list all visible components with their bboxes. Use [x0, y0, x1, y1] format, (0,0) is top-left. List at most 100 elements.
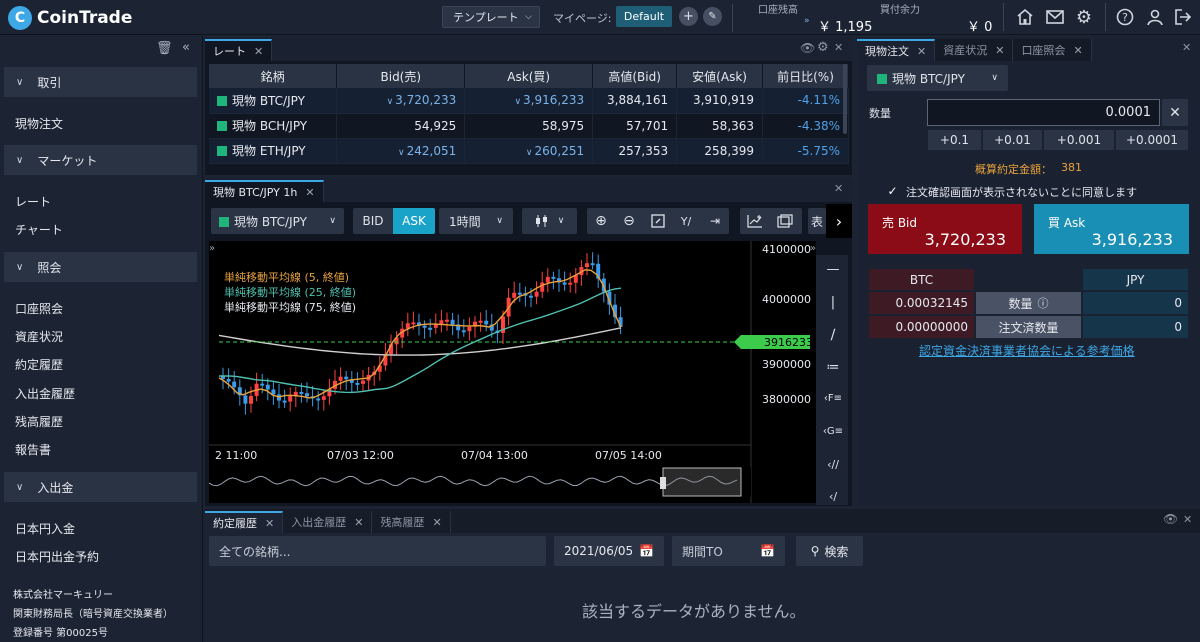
scroll-end-icon[interactable]: ⇥	[704, 210, 726, 232]
tab-assets[interactable]: 資産状況 ✕	[935, 39, 1014, 61]
fit-icon[interactable]	[647, 210, 669, 232]
column-header[interactable]: 前日比(%)	[762, 64, 849, 88]
sidebar-item-trade-history[interactable]: 約定履歴	[15, 356, 63, 373]
bid-toggle[interactable]: BID	[353, 208, 393, 234]
tab-account[interactable]: 口座照会 ✕	[1013, 39, 1092, 61]
sidebar-item-account[interactable]: 口座照会	[15, 300, 63, 317]
channel-icon[interactable]: ‹∕∕	[820, 458, 846, 480]
legend-ma25[interactable]: 単純移動平均線 (25, 終値)	[224, 285, 356, 299]
table-row[interactable]: 現物 BTC/JPY ∨ 3,720,233 ∨ 3,916,233 3,884,1…	[209, 88, 849, 114]
info-icon[interactable]: ⓘ	[1038, 295, 1049, 311]
chevron-right-icon[interactable]: ›	[826, 204, 852, 238]
fibonacci-icon[interactable]: ‹F≡	[820, 393, 846, 415]
search-button[interactable]: ⚲ 検索	[796, 536, 863, 566]
navigator-handle[interactable]	[660, 477, 666, 489]
bid-cell[interactable]: ∨ 3,720,233	[336, 88, 466, 114]
expand-right-icon[interactable]: »	[810, 243, 816, 254]
zoom-out-icon[interactable]: ⊖	[618, 210, 640, 232]
navigator-window[interactable]	[662, 467, 742, 497]
parallel-line-icon[interactable]: ≔	[822, 360, 844, 382]
add-indicator-icon[interactable]	[743, 210, 767, 232]
sidebar-item-rate[interactable]: レート	[15, 193, 51, 210]
expand-left-icon[interactable]: »	[209, 243, 215, 254]
confirm-checkbox[interactable]: ✓	[886, 184, 899, 198]
eye-icon[interactable]: 👁	[1163, 512, 1178, 526]
sidebar-item-assets[interactable]: 資産状況	[15, 328, 63, 345]
date-from-input[interactable]: 2021/06/05 📅	[554, 536, 664, 566]
tab-chart[interactable]: 現物 BTC/JPY 1h ✕	[205, 180, 324, 202]
sidebar-section-market[interactable]: ∨ マーケット	[4, 145, 197, 175]
sidebar-item-spot-order[interactable]: 現物注文	[15, 115, 63, 132]
tab-balance-history[interactable]: 残高履歴 ✕	[372, 511, 451, 533]
sidebar-section-trade[interactable]: ∨ 取引	[4, 67, 197, 97]
chart-type-select[interactable]: ∨	[522, 208, 577, 234]
screenshot-icon[interactable]	[773, 210, 797, 232]
sidebar-section-deposit[interactable]: ∨ 入出金	[4, 472, 197, 502]
order-symbol-select[interactable]: 現物 BTC/JPY ∨	[867, 65, 1008, 91]
sidebar-item-reports[interactable]: 報告書	[15, 441, 51, 458]
sidebar-section-inquiry[interactable]: ∨ 照会	[4, 252, 197, 282]
legend-ma5[interactable]: 単純移動平均線 (5, 終値)	[224, 270, 349, 284]
column-header[interactable]: 銘柄	[209, 64, 338, 88]
ask-cell[interactable]: 58,975	[464, 113, 594, 139]
pitchfork-icon[interactable]: ‹∕	[820, 490, 846, 504]
gear-icon[interactable]: ⚙	[1069, 2, 1099, 32]
close-icon[interactable]: ✕	[432, 516, 441, 529]
tab-rate[interactable]: レート ✕	[205, 39, 273, 61]
eye-icon[interactable]: 👁	[800, 41, 815, 55]
sidebar-item-balance-history[interactable]: 残高履歴	[15, 413, 63, 430]
calendar-icon[interactable]: 📅	[639, 544, 654, 558]
close-icon[interactable]: ✕	[917, 45, 926, 58]
ask-toggle[interactable]: ASK	[393, 208, 435, 234]
sidebar-item-jpy-withdraw[interactable]: 日本円出金予約	[15, 548, 99, 565]
legend-ma75[interactable]: 単純移動平均線 (75, 終値)	[224, 300, 356, 314]
add-layout-icon[interactable]: +	[679, 7, 698, 26]
increment-button[interactable]: +0.001	[1044, 130, 1114, 150]
mail-icon[interactable]	[1040, 2, 1070, 32]
column-header[interactable]: 安値(Ask)	[676, 64, 764, 88]
scrollbar[interactable]	[843, 64, 847, 134]
app-logo[interactable]: C CoinTrade	[8, 6, 132, 30]
reference-price-link[interactable]: 認定資金決済事業者協会による参考価格	[919, 342, 1135, 359]
sidebar-item-jpy-deposit[interactable]: 日本円入金	[15, 520, 75, 537]
sidebar-item-chart[interactable]: チャート	[15, 221, 63, 238]
close-icon[interactable]: ✕	[995, 44, 1004, 57]
sell-button[interactable]: 売 Bid 3,720,233	[868, 204, 1022, 254]
trash-icon[interactable]: 🗑	[156, 41, 173, 56]
column-header[interactable]: Ask(買)	[464, 64, 594, 88]
calendar-icon[interactable]: 📅	[760, 544, 775, 558]
ask-cell[interactable]: ∨ 3,916,233	[464, 88, 594, 114]
close-icon[interactable]: ✕	[1183, 513, 1192, 526]
column-header[interactable]: Bid(売)	[336, 64, 466, 88]
trend-line-icon[interactable]: ∕	[822, 327, 844, 349]
close-icon[interactable]: ✕	[834, 182, 843, 195]
gann-icon[interactable]: ‹G≡	[820, 426, 846, 448]
user-icon[interactable]	[1140, 2, 1170, 32]
tab-trade-history[interactable]: 約定履歴 ✕	[205, 511, 284, 533]
close-icon[interactable]: ✕	[254, 45, 263, 58]
buy-button[interactable]: 買 Ask 3,916,233	[1034, 204, 1189, 254]
sidebar-item-deposit-history[interactable]: 入出金履歴	[15, 385, 75, 402]
ask-cell[interactable]: ∨ 260,251	[464, 138, 594, 164]
vertical-line-icon[interactable]: |	[822, 295, 844, 317]
gear-icon[interactable]: ⚙	[817, 40, 829, 55]
horizontal-line-icon[interactable]: —	[822, 262, 844, 284]
collapse-sidebar-icon[interactable]: «	[182, 40, 190, 55]
bid-cell[interactable]: 54,925	[336, 113, 466, 139]
column-header[interactable]: 高値(Bid)	[592, 64, 678, 88]
clear-qty-icon[interactable]: ✕	[1162, 99, 1188, 126]
increment-button[interactable]: +0.0001	[1116, 130, 1188, 150]
close-icon[interactable]: ✕	[265, 517, 274, 530]
crosshair-y-icon[interactable]: Y∕	[675, 210, 697, 232]
increment-button[interactable]: +0.01	[983, 130, 1042, 150]
zoom-in-icon[interactable]: ⊕	[590, 210, 612, 232]
interval-select[interactable]: 1時間 ∨	[439, 208, 513, 234]
table-row[interactable]: 現物 BCH/JPY 54,925 58,975 57,701 58,363 -…	[209, 113, 849, 139]
home-icon[interactable]	[1010, 2, 1040, 32]
price-chart[interactable]: 3916233 4100000 4000000 3900000 3800000 …	[209, 241, 816, 503]
close-icon[interactable]: ✕	[305, 186, 314, 199]
tab-spot-order[interactable]: 現物注文 ✕	[857, 39, 936, 61]
bid-cell[interactable]: ∨ 242,051	[336, 138, 466, 164]
tab-deposit-history[interactable]: 入出金履歴 ✕	[283, 511, 373, 533]
more-tools-button[interactable]: 表	[808, 208, 826, 234]
